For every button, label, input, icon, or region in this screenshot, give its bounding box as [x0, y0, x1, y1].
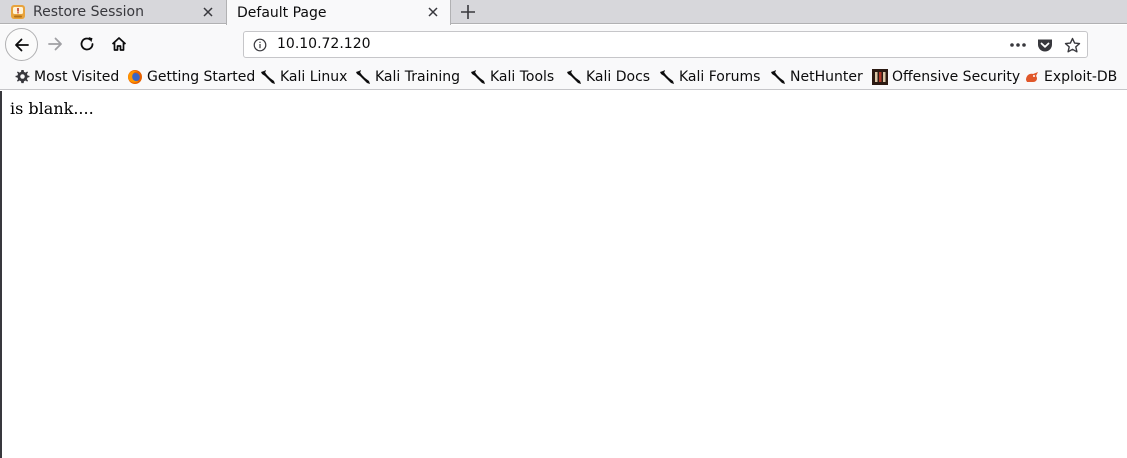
forward-button[interactable]: [44, 33, 66, 55]
bookmark-label: Kali Tools: [490, 68, 555, 85]
bookmark-star-icon[interactable]: [1063, 36, 1081, 54]
offsec-icon: [872, 68, 888, 85]
bookmark-kali-docs[interactable]: Kali Docs: [566, 64, 650, 89]
kali-dragon-icon: [770, 69, 786, 85]
tab-restore-session[interactable]: Restore Session: [0, 0, 225, 24]
url-bar[interactable]: 10.10.72.120: [243, 31, 1088, 58]
bookmark-label: NetHunter: [790, 68, 863, 85]
bookmark-most-visited[interactable]: Most Visited: [14, 64, 119, 89]
close-tab-icon[interactable]: [199, 3, 217, 21]
back-button[interactable]: [5, 28, 38, 61]
bookmark-offensive-security[interactable]: Offensive Security: [872, 64, 1020, 89]
reload-button[interactable]: [76, 33, 98, 55]
bookmark-exploit-db[interactable]: Exploit-DB: [1024, 64, 1117, 89]
home-icon: [111, 37, 127, 51]
bookmark-kali-linux[interactable]: Kali Linux: [260, 64, 347, 89]
navigation-toolbar: 10.10.72.120: [0, 25, 1127, 64]
pocket-icon[interactable]: [1036, 36, 1054, 54]
page-body-text: is blank....: [10, 99, 94, 118]
bookmark-label: Most Visited: [34, 68, 120, 85]
exploit-db-icon: [1024, 69, 1040, 85]
bookmark-label: Kali Training: [375, 68, 460, 85]
tab-default-page[interactable]: Default Page: [226, 0, 451, 25]
site-info-icon[interactable]: [252, 37, 268, 53]
bookmark-kali-forums[interactable]: Kali Forums: [659, 64, 760, 89]
tab-title: Restore Session: [33, 4, 144, 20]
bookmark-getting-started[interactable]: Getting Started: [127, 64, 255, 89]
forward-arrow-icon: [48, 37, 62, 51]
new-tab-button[interactable]: [456, 0, 480, 24]
kali-dragon-icon: [470, 69, 486, 85]
page-content: is blank....: [0, 91, 1127, 458]
bookmark-kali-training[interactable]: Kali Training: [355, 64, 460, 89]
back-arrow-icon: [14, 38, 29, 51]
bookmark-label: Exploit-DB: [1044, 68, 1118, 85]
bookmark-label: Getting Started: [147, 68, 256, 85]
reload-icon: [80, 37, 94, 51]
bookmark-label: Kali Forums: [679, 68, 761, 85]
bookmark-label: Offensive Security: [892, 68, 1021, 85]
home-button[interactable]: [108, 33, 130, 55]
bookmark-kali-tools[interactable]: Kali Tools: [470, 64, 554, 89]
tab-strip: Restore Session Default Page: [0, 0, 1127, 25]
gear-icon: [14, 69, 30, 85]
tab-title: Default Page: [237, 4, 327, 21]
bookmark-label: Kali Linux: [280, 68, 348, 85]
bookmark-nethunter[interactable]: NetHunter: [770, 64, 863, 89]
kali-dragon-icon: [659, 69, 675, 85]
kali-dragon-icon: [260, 69, 276, 85]
firefox-icon: [127, 69, 143, 85]
kali-dragon-icon: [355, 69, 371, 85]
restore-session-icon: [10, 4, 26, 20]
url-text[interactable]: 10.10.72.120: [277, 36, 371, 52]
page-actions-icon[interactable]: [1008, 36, 1028, 54]
kali-dragon-icon: [566, 69, 582, 85]
close-tab-icon[interactable]: [424, 3, 442, 21]
bookmarks-toolbar: Most Visited Getting Started Kali Linux …: [0, 64, 1127, 90]
bookmark-label: Kali Docs: [586, 68, 651, 85]
